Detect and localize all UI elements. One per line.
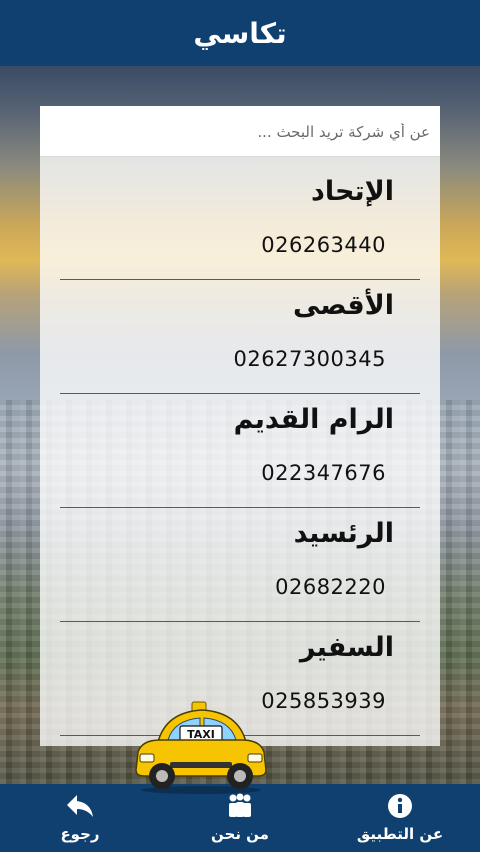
people-icon	[229, 793, 251, 817]
bottom-nav: رجوع من نحن عن التطبيق	[0, 784, 480, 852]
company-list-card: الإتحاد 026263440 الأقصى 02627300345 الر…	[40, 106, 440, 746]
company-phone: 02627300345	[233, 347, 386, 371]
list-item[interactable]: الرام القديم 022347676	[60, 394, 420, 508]
back-button[interactable]: رجوع	[0, 784, 160, 852]
company-name: الرئسيد	[293, 518, 394, 549]
search-input[interactable]	[50, 116, 432, 148]
company-name: الأقصى	[293, 290, 394, 321]
company-name: السفير	[299, 632, 394, 663]
about-app-label: عن التطبيق	[356, 825, 444, 843]
search-bar	[40, 106, 440, 157]
about-us-label: من نحن	[211, 825, 269, 843]
list-item[interactable]: الرئسيد 02682220	[60, 508, 420, 622]
company-list: الإتحاد 026263440 الأقصى 02627300345 الر…	[60, 166, 420, 736]
about-us-button[interactable]: من نحن	[160, 784, 320, 852]
company-phone: 022347676	[261, 461, 386, 485]
company-phone: 025853939	[261, 689, 386, 713]
info-icon	[388, 794, 412, 818]
back-arrow-icon	[67, 795, 93, 817]
app-title: تكاسي	[193, 16, 287, 50]
app-header: تكاسي	[0, 0, 480, 66]
back-label: رجوع	[60, 825, 100, 843]
list-item[interactable]: الإتحاد 026263440	[60, 166, 420, 280]
about-app-button[interactable]: عن التطبيق	[320, 784, 480, 852]
company-phone: 02682220	[275, 575, 386, 599]
taxi-sign-text: TAXI	[187, 728, 215, 741]
company-name: الرام القديم	[233, 404, 394, 435]
company-phone: 026263440	[261, 233, 386, 257]
taxi-car-icon: TAXI	[130, 700, 272, 794]
list-item[interactable]: الأقصى 02627300345	[60, 280, 420, 394]
company-name: الإتحاد	[311, 176, 394, 207]
